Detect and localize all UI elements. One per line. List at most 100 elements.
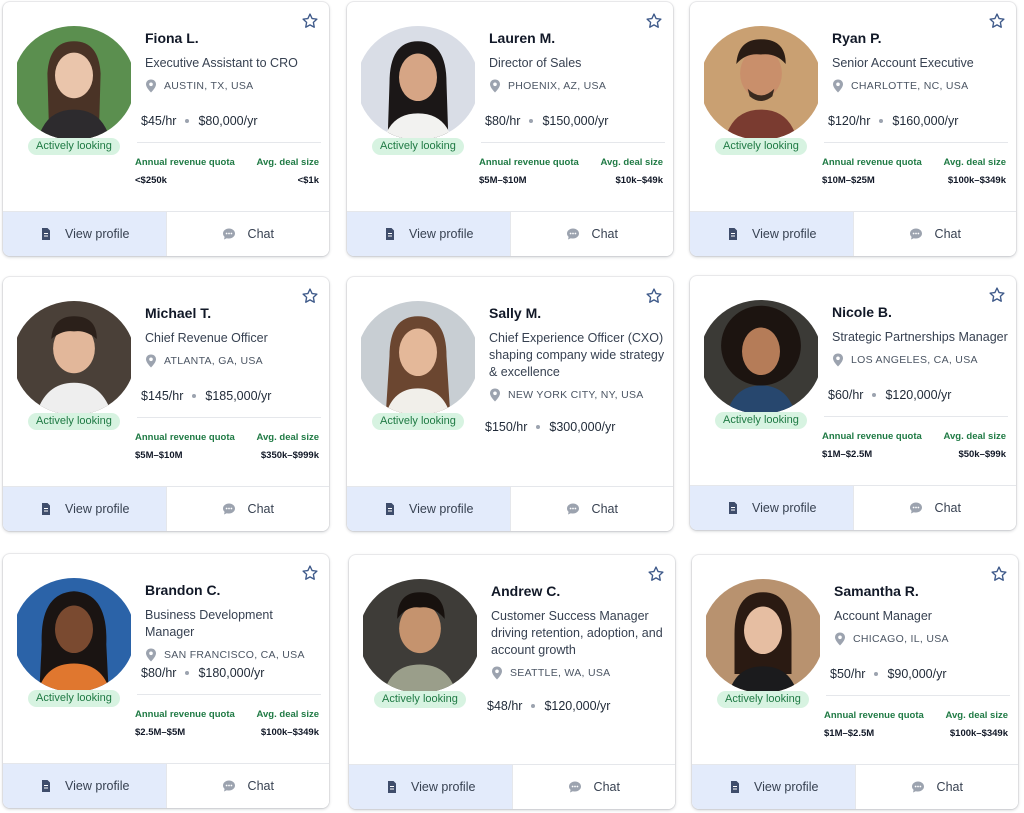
quota-value: <$250k: [135, 175, 167, 186]
chat-bubble-icon: [909, 501, 923, 515]
status-badge: Actively looking: [28, 138, 120, 155]
view-profile-button[interactable]: View profile: [690, 212, 853, 256]
view-profile-button[interactable]: View profile: [3, 212, 166, 256]
quota-value: $2.5M–$5M: [135, 727, 186, 738]
location-text: PHOENIX, AZ, USA: [508, 80, 607, 92]
candidate-location: SAN FRANCISCO, CA, USA: [145, 647, 323, 663]
divider: [481, 142, 665, 143]
chat-button[interactable]: Chat: [854, 765, 1018, 809]
quota-label: Annual revenue quota: [135, 709, 235, 720]
view-profile-label: View profile: [409, 502, 474, 516]
chat-button[interactable]: Chat: [511, 765, 675, 809]
avatar: [700, 26, 822, 140]
candidate-card: Actively looking Nicole B. Strategic Par…: [690, 276, 1016, 530]
status-badge: Actively looking: [28, 413, 120, 430]
view-profile-button[interactable]: View profile: [3, 487, 166, 531]
candidate-info: Michael T. Chief Revenue Officer ATLANTA…: [145, 304, 323, 369]
chat-label: Chat: [936, 780, 963, 794]
quota-label: Annual revenue quota: [822, 431, 922, 442]
document-icon: [726, 227, 740, 241]
annual-salary: $80,000/yr: [198, 114, 258, 128]
avatar: [13, 578, 135, 692]
candidate-card: Actively looking Sally M. Chief Experien…: [347, 277, 673, 531]
map-pin-icon: [490, 79, 500, 93]
candidate-info: Ryan P. Senior Account Executive CHARLOT…: [832, 29, 1010, 94]
view-profile-label: View profile: [754, 780, 819, 794]
document-icon: [728, 780, 742, 794]
pay-rates: $145/hr $185,000/yr: [141, 389, 317, 403]
chat-button[interactable]: Chat: [165, 487, 329, 531]
quota-value: $5M–$10M: [135, 450, 183, 461]
quota-value: $1M–$2.5M: [822, 449, 873, 460]
candidate-card: Actively looking Andrew C. Customer Succ…: [349, 555, 675, 809]
chat-label: Chat: [591, 502, 618, 516]
chat-bubble-icon: [222, 227, 236, 241]
divider: [824, 142, 1008, 143]
star-icon[interactable]: [988, 286, 1006, 304]
card-actions: View profile Chat: [349, 764, 675, 809]
deal-label: Avg. deal size: [945, 710, 1008, 721]
view-profile-button[interactable]: View profile: [692, 765, 855, 809]
candidate-title: Chief Revenue Officer: [145, 331, 268, 345]
candidate-name: Nicole B.: [832, 304, 892, 320]
candidate-title: Account Manager: [834, 609, 932, 623]
quota-label: Annual revenue quota: [135, 157, 235, 168]
stats: Annual revenue quota $5M–$10M Avg. deal s…: [479, 156, 663, 186]
document-icon: [39, 502, 53, 516]
chat-bubble-icon: [222, 502, 236, 516]
view-profile-button[interactable]: View profile: [347, 487, 510, 531]
candidate-name: Samantha R.: [834, 583, 919, 599]
stats: Annual revenue quota $5M–$10M Avg. deal s…: [135, 431, 319, 461]
document-icon: [726, 501, 740, 515]
status-badge: Actively looking: [28, 690, 120, 707]
star-icon[interactable]: [990, 565, 1008, 583]
document-icon: [39, 779, 53, 793]
star-icon[interactable]: [301, 12, 319, 30]
card-actions: View profile Chat: [3, 211, 329, 256]
candidate-name: Fiona L.: [145, 30, 199, 46]
star-icon[interactable]: [301, 287, 319, 305]
chat-button[interactable]: Chat: [852, 486, 1016, 530]
status-badge: Actively looking: [372, 138, 464, 155]
view-profile-button[interactable]: View profile: [690, 486, 853, 530]
document-icon: [385, 780, 399, 794]
quota-label: Annual revenue quota: [135, 432, 235, 443]
candidate-info: Lauren M. Director of Sales PHOENIX, AZ,…: [489, 29, 667, 94]
avatar: [357, 301, 479, 415]
chat-button[interactable]: Chat: [509, 212, 673, 256]
map-pin-icon: [835, 632, 845, 646]
deal-value: $100k–$349k: [949, 728, 1008, 739]
star-icon[interactable]: [645, 12, 663, 30]
star-icon[interactable]: [647, 565, 665, 583]
star-icon[interactable]: [988, 12, 1006, 30]
map-pin-icon: [490, 388, 500, 402]
card-actions: View profile Chat: [3, 763, 329, 808]
location-text: ATLANTA, GA, USA: [164, 355, 263, 367]
stats: Annual revenue quota $10M–$25M Avg. deal …: [822, 156, 1006, 186]
view-profile-button[interactable]: View profile: [3, 764, 166, 808]
pay-rates: $45/hr $80,000/yr: [141, 114, 317, 128]
view-profile-label: View profile: [65, 502, 130, 516]
map-pin-icon: [146, 648, 156, 662]
view-profile-button[interactable]: View profile: [349, 765, 512, 809]
candidate-location: AUSTIN, TX, USA: [145, 78, 323, 94]
location-text: SAN FRANCISCO, CA, USA: [164, 649, 305, 661]
candidate-info: Sally M. Chief Experience Officer (CXO) …: [489, 304, 667, 403]
chat-bubble-icon: [911, 780, 925, 794]
hourly-rate: $48/hr: [487, 699, 523, 713]
view-profile-button[interactable]: View profile: [347, 212, 510, 256]
chat-button[interactable]: Chat: [165, 212, 329, 256]
candidate-info: Samantha R. Account Manager CHICAGO, IL,…: [834, 582, 1012, 647]
deal-label: Avg. deal size: [256, 432, 319, 443]
card-actions: View profile Chat: [347, 211, 673, 256]
candidate-location: SEATTLE, WA, USA: [491, 665, 669, 681]
chat-button[interactable]: Chat: [165, 764, 329, 808]
chat-button[interactable]: Chat: [852, 212, 1016, 256]
star-icon[interactable]: [645, 287, 663, 305]
star-icon[interactable]: [301, 564, 319, 582]
chat-button[interactable]: Chat: [509, 487, 673, 531]
location-text: CHARLOTTE, NC, USA: [851, 80, 969, 92]
card-actions: View profile Chat: [690, 485, 1016, 530]
annual-salary: $180,000/yr: [198, 666, 265, 680]
candidate-title: Senior Account Executive: [832, 56, 974, 70]
